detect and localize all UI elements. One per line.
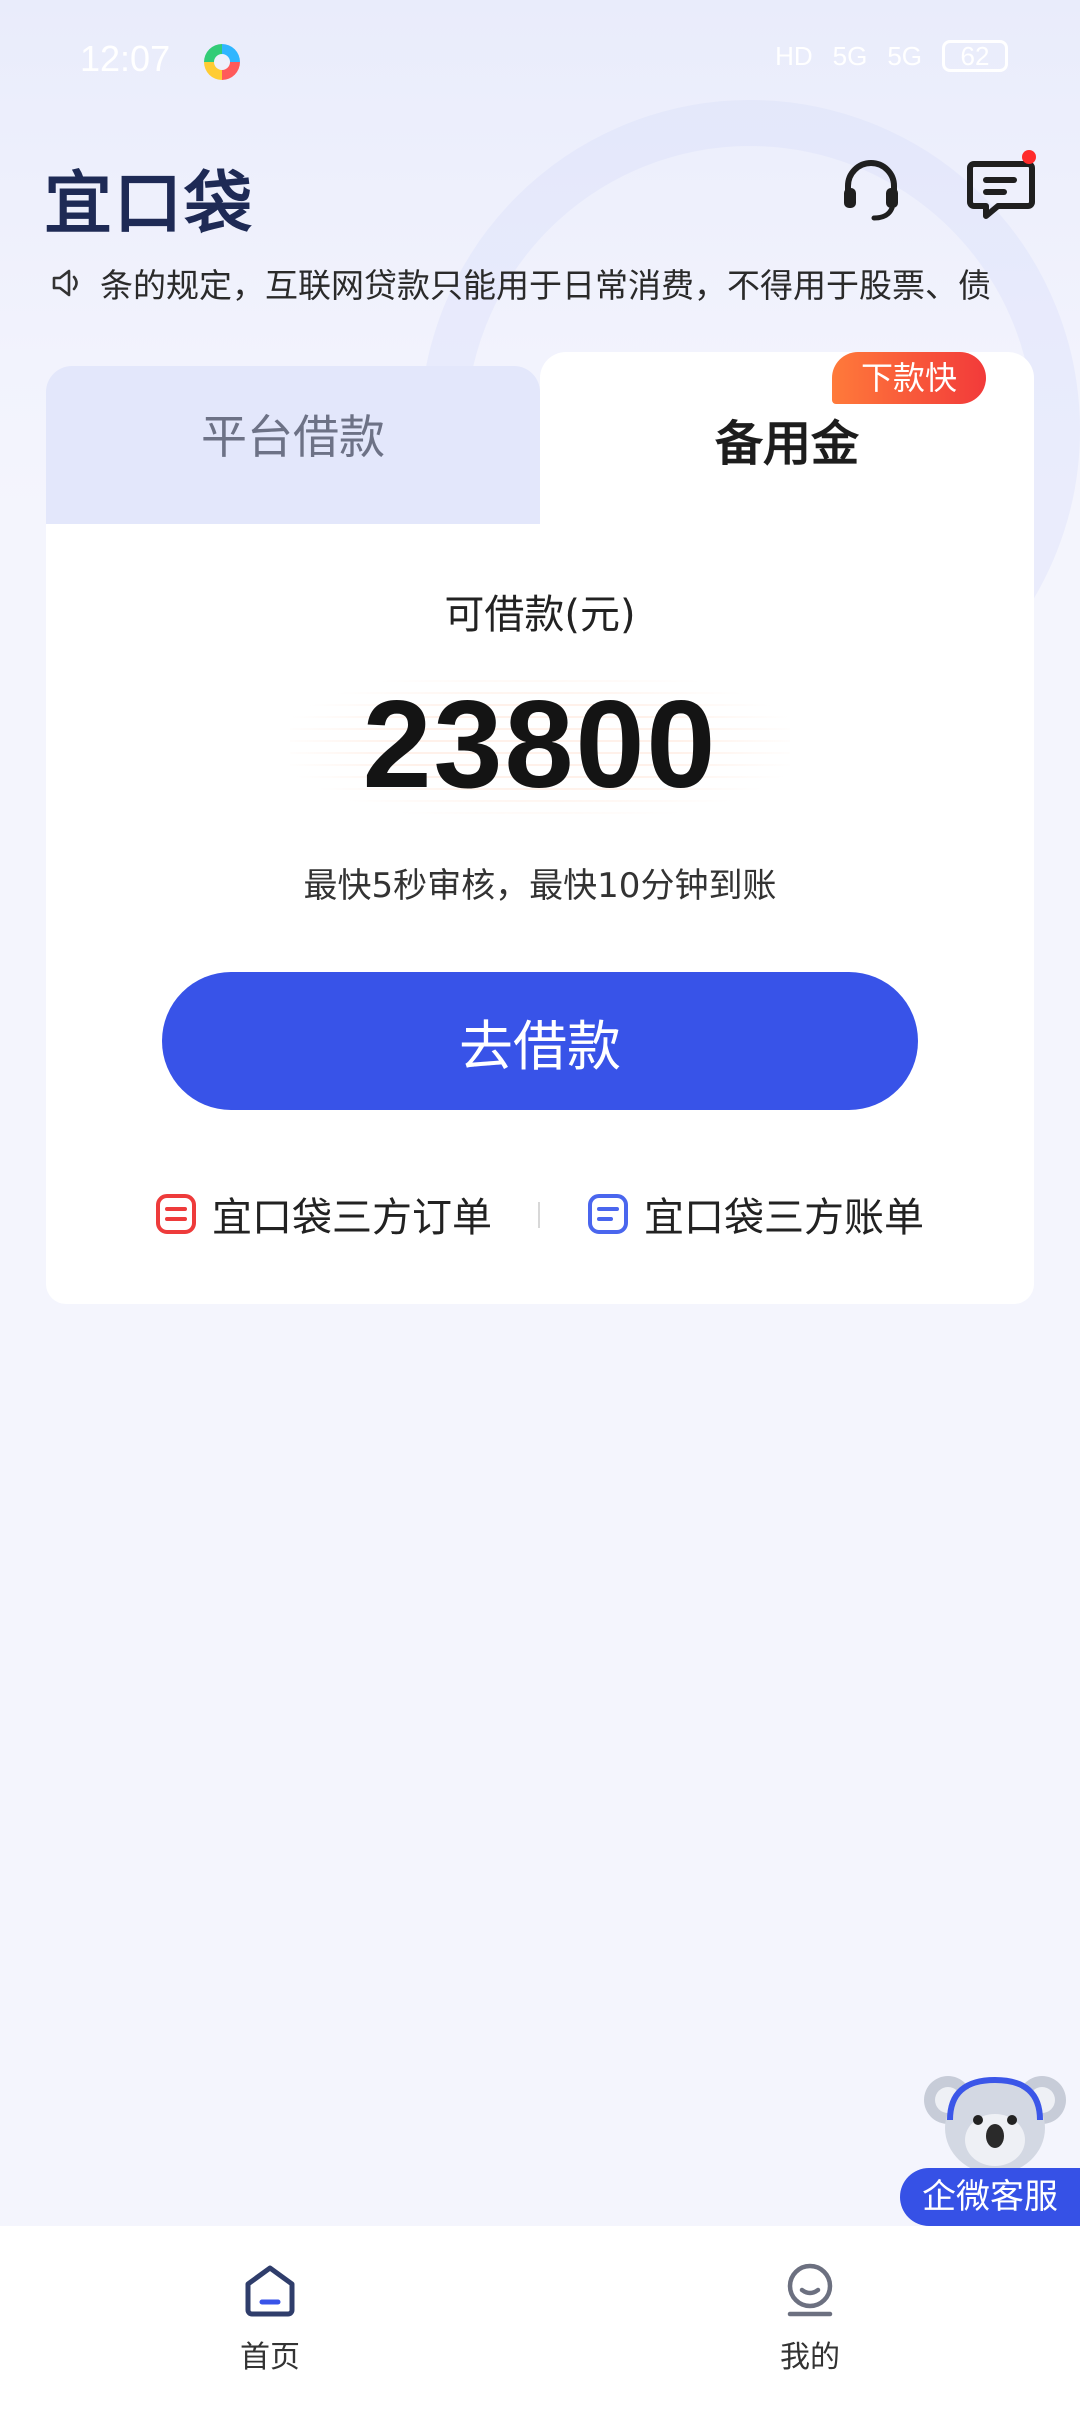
- signal-5g-indicator-2: 5G: [887, 40, 922, 71]
- app-notification-icon: [204, 44, 240, 80]
- profile-icon: [787, 2263, 833, 2317]
- tab-platform-loan[interactable]: 平台借款: [46, 366, 540, 524]
- nav-home[interactable]: 首页: [170, 2260, 370, 2376]
- amount-display: 23800: [290, 670, 790, 820]
- third-party-orders-link[interactable]: 宜口袋三方订单: [154, 1184, 492, 1244]
- links-divider: [538, 1202, 540, 1228]
- tab-reserve-fund-label: 备用金: [714, 416, 859, 472]
- message-icon[interactable]: [966, 150, 1036, 224]
- battery-icon: 62: [942, 40, 1008, 72]
- order-icon: [156, 1194, 196, 1234]
- third-party-orders-label: 宜口袋三方订单: [212, 1195, 492, 1241]
- wecom-service-float[interactable]: 企微客服: [900, 2070, 1080, 2230]
- tab-reserve-fund[interactable]: 备用金 下款快: [540, 352, 1034, 524]
- status-time: 12:07: [80, 38, 171, 79]
- borrow-button[interactable]: 去借款: [162, 972, 918, 1110]
- nav-mine[interactable]: 我的: [710, 2260, 910, 2376]
- bill-icon: [588, 1194, 628, 1234]
- wecom-service-label: 企微客服: [900, 2168, 1080, 2226]
- third-party-bills-link[interactable]: 宜口袋三方账单: [586, 1184, 924, 1244]
- status-indicators: HD 5G 5G 62: [775, 40, 1008, 72]
- home-icon: [245, 2265, 295, 2317]
- notice-marquee[interactable]: 条的规定，互联网贷款只能用于日常消费，不得用于股票、债: [50, 258, 1050, 308]
- available-amount-label: 可借款(元): [444, 592, 636, 638]
- review-speed-text: 最快5秒审核，最快10分钟到账: [303, 866, 777, 906]
- tab-platform-loan-label: 平台借款: [201, 410, 385, 464]
- fast-loan-badge: 下款快: [832, 352, 986, 404]
- status-bar: 12:07 HD 5G 5G 62: [0, 0, 1080, 120]
- hd-indicator: HD: [775, 40, 813, 71]
- nav-home-label: 首页: [240, 2340, 300, 2375]
- headset-icon[interactable]: [836, 154, 906, 224]
- speaker-icon: [52, 269, 78, 297]
- unread-badge: [1022, 150, 1036, 164]
- koala-mascot-icon: [924, 2076, 1066, 2174]
- bottom-nav: 首页 我的: [0, 2226, 1080, 2412]
- notice-text: 条的规定，互联网贷款只能用于日常消费，不得用于股票、债: [100, 266, 991, 305]
- third-party-links: 宜口袋三方订单 宜口袋三方账单: [46, 1184, 1034, 1244]
- nav-mine-label: 我的: [780, 2340, 840, 2375]
- third-party-bills-label: 宜口袋三方账单: [644, 1195, 924, 1241]
- available-amount: 23800: [362, 676, 718, 814]
- loan-card: 平台借款 备用金 下款快 可借款(元) 23800 最快5秒审核，最快10分钟到…: [46, 352, 1034, 1304]
- app-logo: 宜口袋: [44, 165, 255, 244]
- signal-5g-indicator: 5G: [832, 40, 868, 71]
